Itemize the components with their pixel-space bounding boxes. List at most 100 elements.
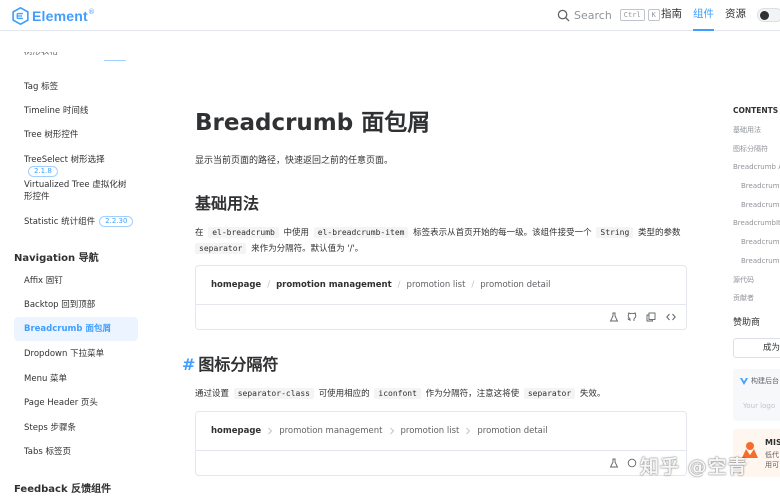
toc-item-breadcrumb-slots[interactable]: Breadcrumb [741, 201, 780, 209]
toc-item-breadcrumb-item-slots[interactable]: Breadcrumb [741, 257, 780, 265]
github-icon[interactable] [627, 458, 637, 468]
become-sponsor-button[interactable]: 成为 [733, 338, 780, 358]
text: 可使用相应的 [318, 389, 370, 399]
sidebar-item-breadcrumb[interactable]: Breadcrumb 面包屑 [14, 317, 138, 341]
shortcut-key-k: K [647, 9, 660, 21]
sidebar-item-label: TreeSelect 树形选择 [24, 155, 105, 165]
search-button[interactable]: Search Ctrl K [557, 7, 663, 23]
sidebar-item-affix[interactable]: Affix 固钉 [14, 275, 138, 287]
section-heading-icon-separator: # 图标分隔符 [182, 351, 278, 375]
sidebar: 树形表格 Tag 标签 Timeline 时间线 Tree 树形控件 TreeS… [0, 32, 150, 500]
sidebar-group-navigation: Navigation 导航 [14, 253, 99, 264]
breadcrumb-item[interactable]: homepage [211, 280, 261, 290]
sidebar-item-virtualized-tree[interactable]: Virtualized Tree 虚拟化树形控件 [14, 179, 132, 203]
version-tag: 2.2.30 [99, 216, 134, 227]
text: 标签表示从首页开始的每一级。该组件接受一个 [413, 228, 592, 238]
page-title: Breadcrumb 面包屑 [195, 110, 431, 136]
inline-code: el-breadcrumb [208, 227, 279, 238]
inline-code: String [596, 227, 634, 238]
sidebar-group-feedback: Feedback 反馈组件 [14, 484, 112, 495]
arrow-right-icon [466, 427, 471, 435]
inline-code: separator [523, 388, 576, 399]
element-logo[interactable]: Element ® [12, 6, 95, 26]
sidebar-item-backtop[interactable]: Backtop 回到顶部 [14, 299, 138, 311]
section-icon-separator-description: 通过设置 separator-class 可使用相应的 iconfont 作为分… [195, 386, 683, 402]
sidebar-item-tag[interactable]: Tag 标签 [14, 81, 138, 93]
ad-headline: 构建后台 [740, 376, 779, 386]
toc-item-basic[interactable]: 基础用法 [733, 125, 761, 135]
sidebar-item-dropdown[interactable]: Dropdown 下拉菜单 [14, 348, 138, 360]
breadcrumb-demo-arrow: homepage promotion management promotion … [196, 412, 686, 451]
search-icon [557, 9, 570, 22]
breadcrumb-item: promotion list [406, 280, 466, 290]
table-of-contents: CONTENTS 基础用法 图标分隔符 Breadcrumb A Breadcr… [720, 32, 780, 500]
heading-anchor[interactable]: # [182, 355, 195, 374]
toc-item-breadcrumb-item-attributes[interactable]: Breadcrumb [741, 238, 780, 246]
toc-item-contributors[interactable]: 贡献者 [733, 293, 754, 303]
arrow-right-icon [268, 427, 273, 435]
inline-code: separator-class [233, 388, 314, 399]
sidebar-item-page-header[interactable]: Page Header 页头 [14, 397, 138, 409]
nav-component[interactable]: 组件 [693, 0, 714, 31]
main-content: Breadcrumb 面包屑 显示当前页面的路径，快速返回之前的任意页面。 基础… [150, 32, 710, 500]
toc-item-icon-separator[interactable]: 图标分隔符 [733, 144, 768, 154]
sidebar-item-cut[interactable]: 树形表格 [24, 52, 58, 60]
toc-item-breadcrumb-item-api[interactable]: BreadcrumbIte [733, 219, 780, 227]
nav-guide[interactable]: 指南 [661, 0, 682, 31]
inline-code: iconfont [374, 388, 421, 399]
heading-text: 图标分隔符 [198, 355, 279, 374]
text: 失效。 [579, 389, 606, 399]
breadcrumb-item: promotion detail [480, 280, 551, 290]
sidebar-item-tabs[interactable]: Tabs 标签页 [14, 446, 138, 458]
text: 在 [195, 228, 204, 238]
sidebar-item-timeline[interactable]: Timeline 时间线 [14, 105, 138, 117]
ad-headline-text: 构建后台 [751, 377, 779, 385]
search-label: Search [574, 8, 612, 22]
copy-icon[interactable] [646, 312, 656, 322]
github-icon[interactable] [627, 312, 637, 322]
breadcrumb-item: promotion management [279, 426, 383, 436]
breadcrumb-item[interactable]: promotion management [276, 280, 392, 290]
sidebar-item-statistic[interactable]: Statistic 统计组件 2.2.30 [14, 216, 138, 228]
demo-block-basic: homepage / promotion management / promot… [195, 265, 687, 330]
sidebar-item-treeselect[interactable]: TreeSelect 树形选择2.1.8 [14, 154, 138, 178]
breadcrumb-demo-slash: homepage / promotion management / promot… [196, 266, 686, 305]
ad-line: 用可 [765, 461, 779, 469]
sponsor-ad-vform[interactable]: 构建后台 Your logo [733, 369, 780, 421]
trademark-mark: ® [87, 8, 95, 16]
sidebar-version-tag-cut [104, 60, 126, 61]
toc-title: CONTENTS [733, 106, 779, 115]
shortcut-key-ctrl: Ctrl [619, 9, 645, 21]
ad-name: MISU [765, 438, 780, 447]
section-heading-basic: 基础用法 [195, 194, 260, 213]
breadcrumb-item: promotion detail [477, 426, 548, 436]
text: 通过设置 [195, 389, 230, 399]
ad-logo-placeholder: Your logo [743, 402, 776, 410]
breadcrumb-item: promotion list [400, 426, 460, 436]
brand-name: Element [32, 8, 88, 24]
demo-actions [196, 305, 686, 329]
section-basic-description: 在 el-breadcrumb 中使用 el-breadcrumb-item 标… [195, 225, 683, 257]
theme-toggle-knob [760, 11, 769, 20]
breadcrumb-separator: / [471, 280, 475, 290]
v-logo-icon [740, 377, 748, 385]
code-icon[interactable] [666, 312, 676, 322]
breadcrumb-separator: / [397, 280, 401, 290]
text: 作为分隔符，注意这将使 [425, 389, 520, 399]
top-navbar: Element ® Search Ctrl K 指南 组件 资源 [0, 0, 780, 31]
inline-code: separator [195, 243, 247, 254]
text: 类型的参数 [638, 228, 681, 238]
breadcrumb-separator: / [267, 280, 271, 290]
breadcrumb-item[interactable]: homepage [211, 426, 261, 436]
playground-icon[interactable] [609, 458, 619, 468]
nav-resource[interactable]: 资源 [725, 0, 746, 31]
toc-item-source[interactable]: 源代码 [733, 275, 754, 285]
sidebar-item-steps[interactable]: Steps 步骤条 [14, 422, 138, 434]
playground-icon[interactable] [609, 312, 619, 322]
sidebar-item-menu[interactable]: Menu 菜单 [14, 373, 138, 385]
toc-item-breadcrumb-api[interactable]: Breadcrumb A [733, 163, 780, 171]
theme-toggle[interactable] [757, 8, 780, 22]
version-tag: 2.1.8 [28, 166, 58, 177]
sidebar-item-tree[interactable]: Tree 树形控件 [14, 129, 138, 141]
toc-item-breadcrumb-attributes[interactable]: Breadcrumb [741, 182, 780, 190]
